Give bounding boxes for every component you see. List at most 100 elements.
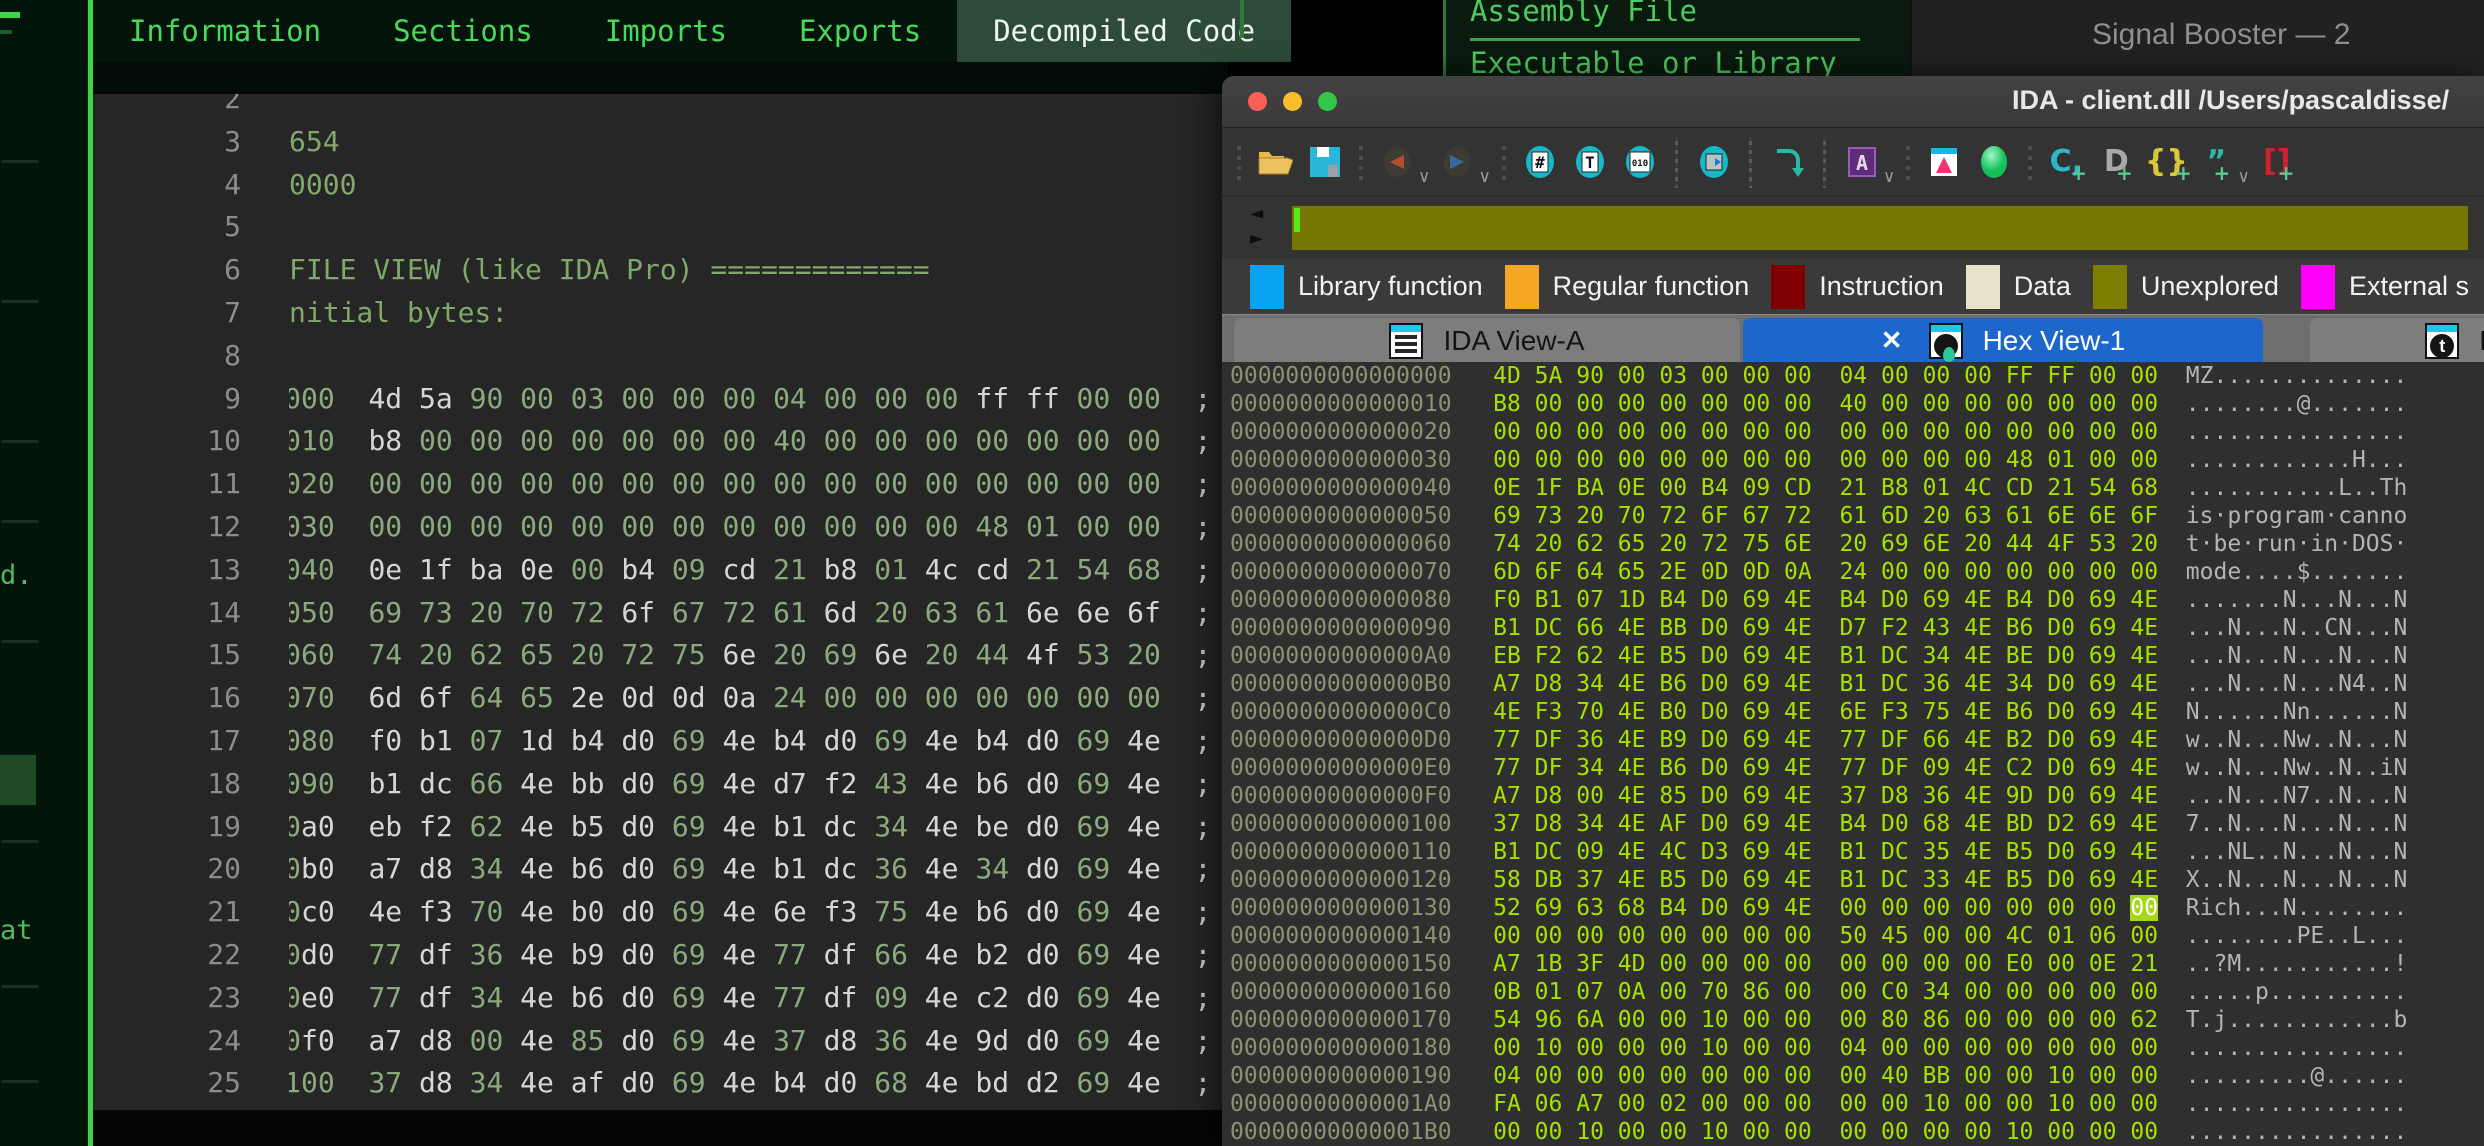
hex-row-ascii[interactable]: ...N...N7..N...N (2186, 783, 2408, 809)
hex-byte[interactable]: 69 (1742, 727, 1770, 753)
hex-byte[interactable]: 00 (1659, 1119, 1687, 1145)
hex-byte[interactable]: 00 (1923, 559, 1951, 585)
hex-byte[interactable]: 4E (1784, 839, 1812, 865)
hex-byte[interactable]: 4C (1659, 839, 1687, 865)
hex-byte[interactable]: 00 (2047, 895, 2075, 921)
hex-byte[interactable]: 34 (1576, 671, 1604, 697)
chart-icon[interactable] (1922, 136, 1966, 188)
hex-byte[interactable]: 00 (2006, 1035, 2034, 1061)
hex-byte[interactable]: 6F (1535, 559, 1563, 585)
hex-byte[interactable]: 00 (1618, 447, 1646, 473)
hex-byte[interactable]: 00 (1701, 1091, 1729, 1117)
hex-byte[interactable]: 00 (1839, 951, 1867, 977)
hex-row-ascii[interactable]: ...N...N..CN...N (2186, 615, 2408, 641)
hex-byte[interactable]: 72 (1784, 503, 1812, 529)
hex-byte[interactable]: 4E (1964, 755, 1992, 781)
hex-byte[interactable]: 00 (1839, 1007, 1867, 1033)
hex-byte[interactable]: 37 (1493, 811, 1521, 837)
hex-byte[interactable]: D0 (2047, 839, 2075, 865)
hex-byte[interactable]: 00 (2047, 391, 2075, 417)
sphere-icon[interactable] (1972, 136, 2016, 188)
hex-byte[interactable]: 69 (1742, 895, 1770, 921)
hex-byte[interactable]: 20 (1839, 531, 1867, 557)
hex-byte[interactable]: 61 (2006, 503, 2034, 529)
hex-byte[interactable]: 00 (1784, 1063, 1812, 1089)
hex-byte[interactable]: D0 (1701, 587, 1729, 613)
hex-byte[interactable]: B5 (2006, 839, 2034, 865)
hex-byte[interactable]: 00 (2047, 951, 2075, 977)
hex-byte[interactable]: 00 (1618, 363, 1646, 389)
hex-byte[interactable]: 4C (1964, 475, 1992, 501)
hex-byte[interactable]: 00 (1618, 1063, 1646, 1089)
hex-byte[interactable]: 00 (2006, 419, 2034, 445)
hex-byte[interactable]: 4E (1964, 783, 1992, 809)
hex-row-ascii[interactable]: ...NL..N...N...N (2186, 839, 2408, 865)
hex-byte[interactable]: 6D (1493, 559, 1521, 585)
hex-byte[interactable]: 69 (2089, 755, 2117, 781)
hex-byte[interactable]: 00 (1701, 923, 1729, 949)
hex-byte[interactable]: 10 (1701, 1007, 1729, 1033)
hex-byte[interactable]: 86 (1742, 979, 1770, 1005)
hex-byte[interactable]: 34 (1576, 755, 1604, 781)
hex-byte[interactable]: 61 (1839, 503, 1867, 529)
hex-byte[interactable]: 00 (2130, 419, 2158, 445)
hex-byte[interactable]: 40 (1839, 391, 1867, 417)
hex-byte[interactable]: 20 (2130, 531, 2158, 557)
hex-row-ascii[interactable]: .......N...N...N (2186, 587, 2408, 613)
hex-byte[interactable]: 10 (2047, 1091, 2075, 1117)
hex-byte[interactable]: 69 (1742, 755, 1770, 781)
hex-byte[interactable]: 00 (1881, 951, 1909, 977)
hex-byte[interactable]: 00 (1576, 419, 1604, 445)
hex-row-ascii[interactable]: ...N...N...N...N (2186, 643, 2408, 669)
open-folder-icon[interactable] (1253, 136, 1297, 188)
hex-byte[interactable]: B0 (1659, 699, 1687, 725)
hex-byte[interactable]: 69 (2089, 699, 2117, 725)
hex-byte[interactable]: 1B (1535, 951, 1563, 977)
hex-byte[interactable]: 67 (1742, 503, 1770, 529)
hex-byte[interactable]: B1 (1839, 643, 1867, 669)
nav-back-icon[interactable] (1375, 136, 1419, 188)
hex-byte[interactable]: 21 (1839, 475, 1867, 501)
hex-byte[interactable]: B6 (2006, 615, 2034, 641)
hex-byte[interactable]: 85 (1659, 783, 1687, 809)
hex-byte[interactable]: 70 (1576, 699, 1604, 725)
hex-byte[interactable]: 69 (1742, 811, 1770, 837)
hex-byte[interactable]: F3 (1535, 699, 1563, 725)
hex-byte[interactable]: 00 (1742, 419, 1770, 445)
hex-byte[interactable]: 4F (2047, 531, 2075, 557)
hex-byte[interactable]: 00 (1742, 951, 1770, 977)
hex-byte[interactable]: 62 (2130, 1007, 2158, 1033)
hex-byte[interactable]: 00 (1742, 1119, 1770, 1145)
hex-row-ascii[interactable]: ................ (2186, 1035, 2408, 1061)
hex-byte[interactable]: 33 (1923, 867, 1951, 893)
navigation-band[interactable] (1292, 206, 2468, 250)
hex-byte[interactable]: 48 (2006, 447, 2034, 473)
hex-row-ascii[interactable]: w..N...Nw..N..iN (2186, 755, 2408, 781)
hex-byte[interactable]: 00 (1964, 1091, 1992, 1117)
hex-byte[interactable]: 69 (1742, 671, 1770, 697)
hex-byte[interactable]: 77 (1493, 727, 1521, 753)
hex-byte[interactable]: 00 (2130, 559, 2158, 585)
tab-sections[interactable]: Sections (357, 0, 569, 62)
hex-byte[interactable]: BB (1923, 1063, 1951, 1089)
hex-byte[interactable]: D0 (2047, 615, 2075, 641)
hex-byte[interactable]: A7 (1493, 951, 1521, 977)
hex-byte[interactable]: 86 (1923, 1007, 1951, 1033)
hex-byte[interactable]: 77 (1839, 727, 1867, 753)
hex-byte[interactable]: 00 (1701, 951, 1729, 977)
hex-byte[interactable]: 4E (1618, 839, 1646, 865)
hex-byte[interactable]: 34 (1576, 811, 1604, 837)
hex-byte[interactable]: D0 (1701, 643, 1729, 669)
hex-byte[interactable]: 4E (2130, 755, 2158, 781)
hex-byte[interactable]: 02 (1659, 1091, 1687, 1117)
hex-byte[interactable]: 45 (1881, 923, 1909, 949)
hex-byte[interactable]: 00 (1618, 1035, 1646, 1061)
hex-byte[interactable]: 50 (1839, 923, 1867, 949)
hex-byte[interactable]: D0 (1701, 755, 1729, 781)
hex-byte[interactable]: 4E (1618, 615, 1646, 641)
hex-byte[interactable]: 66 (1576, 615, 1604, 641)
hex-byte[interactable]: D0 (1881, 587, 1909, 613)
hex-row-ascii[interactable]: ........PE..L... (2186, 923, 2408, 949)
hex-byte[interactable]: 4E (2130, 867, 2158, 893)
hex-byte[interactable]: 34 (1923, 643, 1951, 669)
